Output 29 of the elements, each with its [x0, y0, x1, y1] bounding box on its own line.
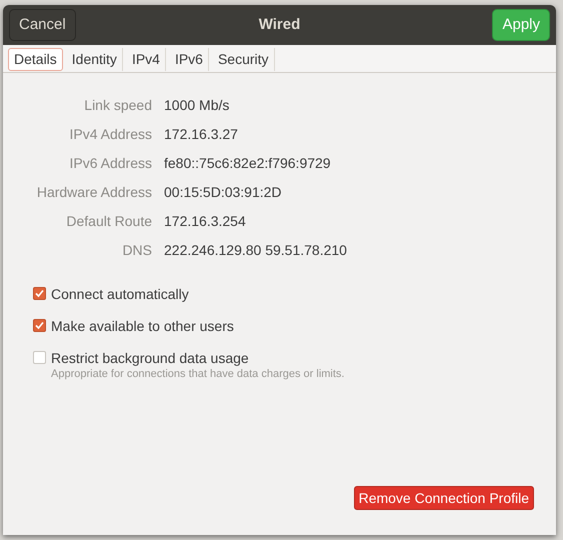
field-value: 222.246.129.80 59.51.78.210: [164, 241, 348, 260]
field-value: 172.16.3.254: [164, 212, 247, 231]
field-value: 1000 Mb/s: [164, 96, 230, 115]
checkbox[interactable]: [33, 351, 46, 364]
checkmark-icon: [35, 289, 44, 298]
remove-connection-button[interactable]: Remove Connection Profile: [354, 486, 534, 510]
option-label: Make available to other users: [51, 317, 234, 336]
field-label: DNS: [121, 241, 152, 260]
tab[interactable]: Details: [8, 48, 63, 71]
option-label: Connect automatically: [51, 285, 189, 304]
field-value: 172.16.3.27: [164, 125, 239, 144]
field-label: Link speed: [83, 96, 152, 115]
option-hint: Appropriate for connections that have data charges or limits.: [51, 368, 344, 381]
field-label: IPv6 Address: [68, 154, 152, 173]
field-value: fe80::75c6:82e2:f796:9729: [164, 154, 332, 173]
checkbox[interactable]: [33, 287, 46, 300]
field-label: IPv4 Address: [68, 125, 152, 144]
tab[interactable]: IPv6: [170, 48, 209, 71]
checkmark-icon: [35, 321, 44, 330]
field-label: Default Route: [65, 212, 152, 231]
checkbox[interactable]: [33, 319, 46, 332]
tab[interactable]: Identity: [66, 48, 123, 71]
field-value: 00:15:5D:03:91:2D: [164, 183, 283, 202]
option-label: Restrict background data usage: [51, 349, 250, 368]
window-title: Wired: [258, 14, 300, 35]
cancel-button[interactable]: Cancel: [9, 9, 76, 41]
tab[interactable]: IPv4: [126, 48, 166, 71]
tab[interactable]: Security: [212, 48, 275, 71]
field-label: Hardware Address: [36, 183, 152, 202]
